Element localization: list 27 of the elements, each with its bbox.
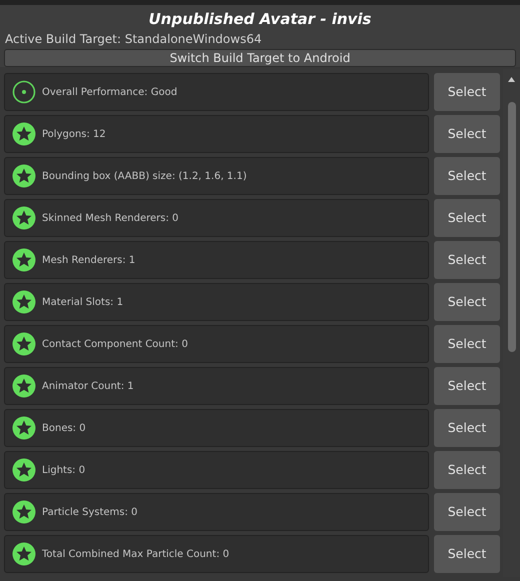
stat-label: Lights: 0	[42, 464, 86, 478]
select-button[interactable]: Select	[434, 409, 500, 447]
select-button[interactable]: Select	[434, 115, 500, 153]
stat-label: Animator Count: 1	[42, 380, 134, 394]
stat-label: Bounding box (AABB) size: (1.2, 1.6, 1.1)	[42, 170, 247, 184]
stat-label: Contact Component Count: 0	[42, 338, 188, 352]
stat-label: Material Slots: 1	[42, 296, 124, 310]
stat-label: Polygons: 12	[42, 128, 106, 142]
select-button[interactable]: Select	[434, 241, 500, 279]
stat-label: Mesh Renderers: 1	[42, 254, 136, 268]
build-target-label: Active Build Target: StandaloneWindows64	[4, 31, 263, 47]
select-button[interactable]: Select	[434, 493, 500, 531]
stat-label: Skinned Mesh Renderers: 0	[42, 212, 179, 226]
select-button[interactable]: Select	[434, 157, 500, 195]
select-button[interactable]: Select	[434, 73, 500, 111]
select-button[interactable]: Select	[434, 283, 500, 321]
select-button[interactable]: Select	[434, 451, 500, 489]
stat-label: Total Combined Max Particle Count: 0	[42, 548, 230, 562]
window-title: Unpublished Avatar - invis	[148, 9, 372, 30]
stat-label: Bones: 0	[42, 422, 86, 436]
select-button[interactable]: Select	[434, 325, 500, 363]
select-button[interactable]: Select	[434, 199, 500, 237]
stat-label: Overall Performance: Good	[42, 86, 178, 100]
switch-build-target-button[interactable]: Switch Build Target to Android	[4, 49, 516, 67]
stat-label: Particle Systems: 0	[42, 506, 138, 520]
select-button[interactable]: Select	[434, 367, 500, 405]
select-button[interactable]: Select	[434, 535, 500, 573]
